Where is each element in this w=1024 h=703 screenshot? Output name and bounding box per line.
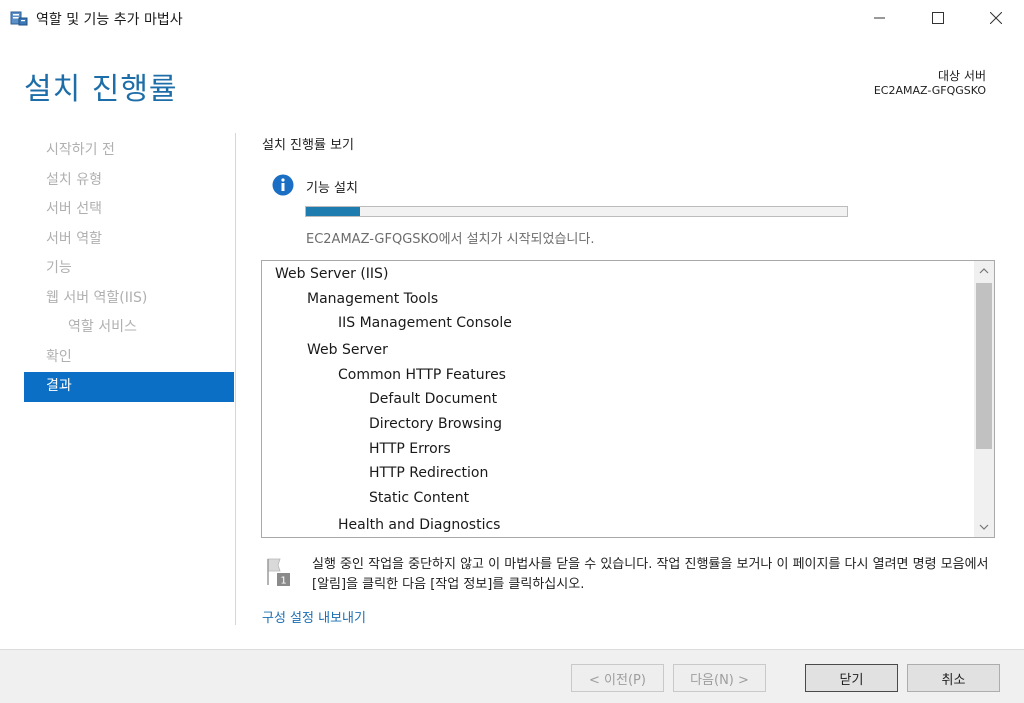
minimize-button[interactable] xyxy=(856,0,904,36)
nav-step-before-you-begin: 시작하기 전 xyxy=(46,142,115,158)
nav-step-results[interactable]: 결과 xyxy=(24,372,234,402)
close-button[interactable]: 닫기 xyxy=(805,664,898,692)
feature-list-item: Static Content xyxy=(369,489,470,506)
wizard-button-bar: < 이전(P) 다음(N) > 닫기 취소 xyxy=(0,649,1024,703)
installation-progress-bar xyxy=(305,206,848,217)
target-server-label: 대상 서버 xyxy=(938,69,986,83)
export-configuration-link[interactable]: 구성 설정 내보내기 xyxy=(262,607,366,626)
installation-status-text: EC2AMAZ-GFQGSKO에서 설치가 시작되었습니다. xyxy=(306,232,595,247)
nav-step-server-selection: 서버 선택 xyxy=(46,201,102,217)
scroll-up-button[interactable] xyxy=(974,261,994,281)
nav-step-features: 기능 xyxy=(46,260,72,276)
feature-list-item: Default Document xyxy=(369,391,498,408)
section-title: 설치 진행률 보기 xyxy=(262,138,354,153)
info-icon xyxy=(272,174,294,196)
notification-badge: 1 xyxy=(280,576,286,587)
nav-step-role-services: 역할 서비스 xyxy=(68,319,137,335)
close-window-button[interactable] xyxy=(972,0,1020,36)
vertical-scrollbar[interactable] xyxy=(974,261,994,537)
content-divider xyxy=(235,133,236,625)
feature-list-item: Common HTTP Features xyxy=(338,366,506,383)
page-title: 설치 진행률 xyxy=(24,72,178,107)
feature-list-item: Web Server (IIS) xyxy=(275,266,389,282)
maximize-button[interactable] xyxy=(914,0,962,36)
feature-list[interactable]: Web Server (IIS) Management Tools IIS Mana… xyxy=(261,260,995,538)
progress-fill xyxy=(306,207,361,216)
nav-step-installation-type: 설치 유형 xyxy=(46,171,102,188)
next-button[interactable]: 다음(N) > xyxy=(673,664,766,692)
feature-list-content: Web Server (IIS) Management Tools IIS Mana… xyxy=(262,261,974,537)
previous-button[interactable]: < 이전(P) xyxy=(571,664,664,692)
feature-list-item: Web Server xyxy=(307,342,388,359)
close-wizard-notice: 실행 중인 작업을 중단하지 않고 이 마법사를 닫을 수 있습니다. 작업 진… xyxy=(312,557,989,592)
feature-list-item: HTTP Errors xyxy=(369,440,451,457)
feature-list-item: Management Tools xyxy=(307,290,439,307)
scroll-down-button[interactable] xyxy=(974,517,994,537)
window-title: 역할 및 기능 추가 마법사 xyxy=(36,12,183,28)
target-server-name: EC2AMAZ-GFQGSKO xyxy=(873,84,986,97)
feature-list-item: HTTP Redirection xyxy=(369,465,489,482)
cancel-button[interactable]: 취소 xyxy=(907,664,1000,692)
nav-step-confirmation: 확인 xyxy=(46,348,72,365)
feature-list-item: Health and Diagnostics xyxy=(338,516,501,533)
scroll-thumb[interactable] xyxy=(976,283,992,449)
nav-step-server-roles: 서버 역할 xyxy=(46,230,102,247)
notification-flag-icon: 1 xyxy=(266,557,292,587)
feature-list-item: IIS Management Console xyxy=(338,315,512,332)
feature-list-item: Directory Browsing xyxy=(369,416,502,432)
nav-step-web-server-role: 웹 서버 역할(IIS) xyxy=(46,289,148,306)
feature-installation-label: 기능 설치 xyxy=(306,181,358,196)
title-bar: 역할 및 기능 추가 마법사 xyxy=(0,0,1024,36)
server-manager-icon xyxy=(10,9,28,27)
wizard-steps-nav: 시작하기 전 설치 유형 서버 선택 서버 역할 기능 웹 서버 역할(IIS)… xyxy=(24,136,234,402)
